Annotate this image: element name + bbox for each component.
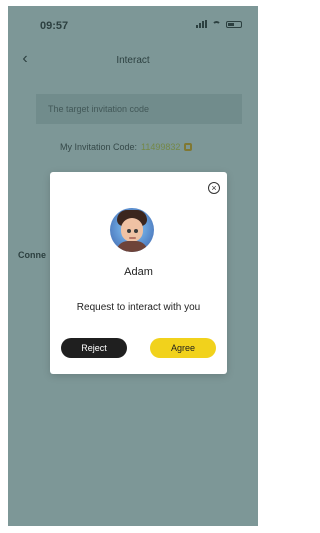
agree-button[interactable]: Agree bbox=[150, 338, 216, 358]
avatar-left-eye bbox=[127, 229, 131, 233]
avatar-shirt bbox=[116, 241, 148, 252]
close-circle-icon[interactable]: × bbox=[208, 182, 220, 194]
phone-screen: 09:57 ‹ Interact The target invitation c… bbox=[8, 6, 258, 526]
reject-button[interactable]: Reject bbox=[61, 338, 127, 358]
requester-name: Adam bbox=[124, 266, 153, 278]
avatar bbox=[110, 208, 154, 252]
avatar-mouth bbox=[129, 237, 136, 239]
modal-actions: Reject Agree bbox=[61, 338, 216, 358]
avatar-right-eye bbox=[134, 229, 138, 233]
interaction-request-modal: × Adam Request to interact with you Reje… bbox=[50, 172, 227, 374]
request-message: Request to interact with you bbox=[76, 302, 201, 313]
